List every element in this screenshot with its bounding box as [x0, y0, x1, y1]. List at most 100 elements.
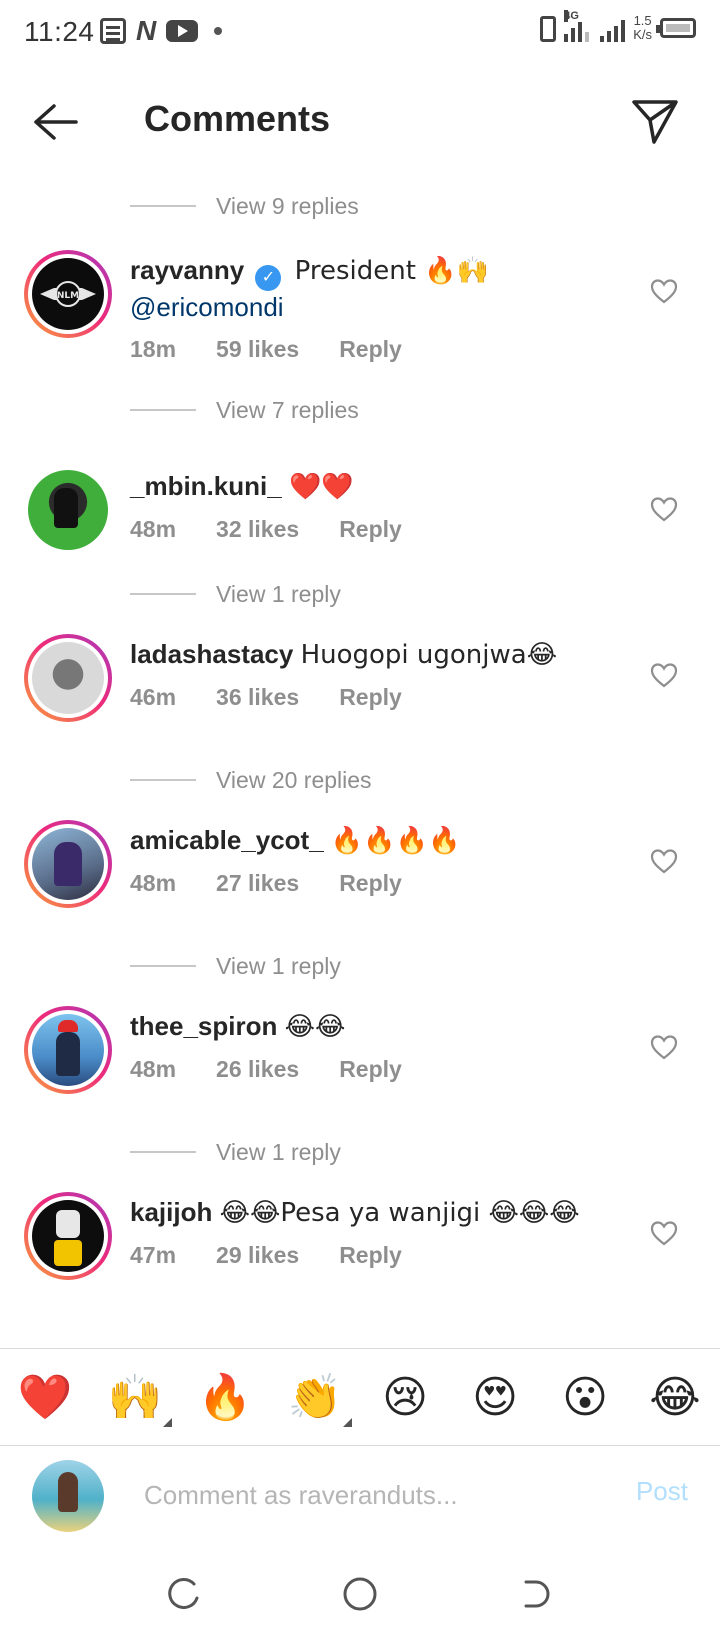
- divider: [130, 965, 196, 967]
- comment-input[interactable]: [144, 1472, 574, 1518]
- comment-item: ladashastacy Huogopi ugonjwa😂 46m 36 lik…: [0, 634, 720, 754]
- comment-username[interactable]: _mbin.kuni_: [130, 471, 282, 501]
- heart-icon[interactable]: [650, 496, 678, 522]
- view-replies-button[interactable]: View 1 reply: [130, 942, 341, 990]
- comment-username[interactable]: kajijoh: [130, 1197, 212, 1227]
- comment-likes[interactable]: 36 likes: [216, 684, 299, 711]
- header: Comments: [0, 80, 720, 160]
- comment-body: rayvanny ✓ President 🔥🙌 @ericomondi 18m …: [130, 254, 630, 363]
- comment-item: NLM rayvanny ✓ President 🔥🙌 @ericomondi …: [0, 250, 720, 370]
- avatar[interactable]: [24, 466, 112, 554]
- comment-text: ❤️❤️: [288, 472, 354, 502]
- comment-username[interactable]: rayvanny: [130, 255, 244, 285]
- divider: [130, 205, 196, 207]
- back-nav-icon[interactable]: [516, 1574, 556, 1614]
- heart-icon[interactable]: [650, 662, 678, 688]
- comment-text: Huogopi ugonjwa😂: [300, 640, 558, 670]
- emoji-laughing-button[interactable]: 😂: [644, 1367, 706, 1429]
- reply-button[interactable]: Reply: [339, 516, 402, 543]
- view-replies-button[interactable]: View 1 reply: [130, 1128, 341, 1176]
- view-replies-label: View 7 replies: [216, 396, 359, 423]
- comment-body: amicable_ycot_ 🔥🔥🔥🔥 48m 27 likes Reply: [130, 824, 630, 897]
- comment-likes[interactable]: 29 likes: [216, 1242, 299, 1269]
- emoji-heart-button[interactable]: ❤️: [14, 1367, 76, 1429]
- view-replies-button[interactable]: View 7 replies: [130, 386, 359, 434]
- comment-username[interactable]: thee_spiron: [130, 1011, 277, 1041]
- notes-icon: [100, 18, 126, 44]
- heart-icon[interactable]: [650, 1220, 678, 1246]
- view-replies-label: View 1 reply: [216, 580, 341, 607]
- nlm-logo-icon: NLM: [40, 281, 96, 307]
- comment-time: 47m: [130, 1242, 177, 1268]
- netflix-icon: N: [136, 15, 157, 46]
- quick-reaction-bar: ❤️ 🙌 🔥 👏 😢 😍 😮 😂: [0, 1348, 720, 1446]
- heart-icon[interactable]: [650, 1034, 678, 1060]
- divider: [130, 1151, 196, 1153]
- reply-button[interactable]: Reply: [339, 336, 402, 363]
- divider: [130, 779, 196, 781]
- home-icon[interactable]: [340, 1574, 380, 1614]
- send-icon[interactable]: [630, 96, 680, 146]
- comment-mention[interactable]: @ericomondi: [130, 292, 284, 322]
- divider: [130, 593, 196, 595]
- emoji-raised-hands-glyph: 🙌: [107, 1372, 163, 1423]
- emoji-surprised-button[interactable]: 😮: [554, 1367, 616, 1429]
- network-speed-unit: K/s: [633, 27, 652, 42]
- comment-likes[interactable]: 26 likes: [216, 1056, 299, 1083]
- comment-text: President 🔥🙌: [294, 256, 489, 286]
- comment-body: thee_spiron 😂😂 48m 26 likes Reply: [130, 1010, 630, 1083]
- comment-username[interactable]: ladashastacy: [130, 639, 293, 669]
- emoji-clap-button[interactable]: 👏: [284, 1367, 352, 1429]
- avatar[interactable]: NLM: [24, 250, 112, 338]
- arrow-left-icon[interactable]: [30, 100, 80, 144]
- reply-button[interactable]: Reply: [339, 870, 402, 897]
- emoji-clap-glyph: 👏: [287, 1372, 343, 1423]
- emoji-fire-button[interactable]: 🔥: [194, 1367, 256, 1429]
- comment-time: 48m: [130, 870, 177, 896]
- heart-icon[interactable]: [650, 848, 678, 874]
- comment-likes[interactable]: 59 likes: [216, 336, 299, 363]
- system-icons: 4G 1.5 K/s: [540, 10, 696, 42]
- skin-tone-indicator-icon: [343, 1418, 352, 1427]
- comment-text: 😂😂Pesa ya wanjigi 😂😂😂: [219, 1198, 580, 1228]
- youtube-icon: [166, 20, 199, 42]
- avatar-logo-text: NLM: [57, 291, 79, 301]
- heart-icon[interactable]: [650, 278, 678, 304]
- post-button[interactable]: Post: [636, 1476, 688, 1507]
- status-time: 11:24: [24, 16, 95, 47]
- comment-time: 46m: [130, 684, 177, 710]
- view-replies-button[interactable]: View 20 replies: [130, 756, 372, 804]
- comment-meta: 48m 26 likes Reply: [130, 1056, 630, 1083]
- skin-tone-indicator-icon: [163, 1418, 172, 1427]
- battery-icon: [656, 18, 696, 38]
- comment-likes[interactable]: 32 likes: [216, 516, 299, 543]
- network-speed: 1.5 K/s: [633, 14, 652, 42]
- comment-body: _mbin.kuni_ ❤️❤️ 48m 32 likes Reply: [130, 470, 630, 543]
- current-user-avatar: [32, 1460, 104, 1532]
- avatar[interactable]: [24, 1006, 112, 1094]
- comment-username[interactable]: amicable_ycot_: [130, 825, 324, 855]
- comment-likes[interactable]: 27 likes: [216, 870, 299, 897]
- comment-text: 😂😂: [284, 1012, 346, 1042]
- more-notifications-icon: [214, 27, 223, 35]
- reply-button[interactable]: Reply: [339, 1242, 402, 1269]
- avatar[interactable]: [24, 1192, 112, 1280]
- reply-button[interactable]: Reply: [339, 684, 402, 711]
- view-replies-button[interactable]: View 9 replies: [130, 186, 359, 230]
- comment-body: ladashastacy Huogopi ugonjwa😂 46m 36 lik…: [130, 638, 630, 711]
- recent-apps-icon[interactable]: [164, 1574, 204, 1614]
- avatar[interactable]: [24, 634, 112, 722]
- view-replies-button[interactable]: [130, 1326, 216, 1348]
- emoji-heart-eyes-button[interactable]: 😍: [464, 1367, 526, 1429]
- avatar[interactable]: [24, 820, 112, 908]
- comments-list[interactable]: View 9 replies NLM rayvanny ✓ President …: [0, 186, 720, 1348]
- comment-meta: 18m 59 likes Reply: [130, 336, 630, 363]
- emoji-raised-hands-button[interactable]: 🙌: [104, 1367, 172, 1429]
- reply-button[interactable]: Reply: [339, 1056, 402, 1083]
- emoji-crying-button[interactable]: 😢: [374, 1367, 436, 1429]
- network-type: 4G: [564, 10, 579, 22]
- view-replies-button[interactable]: View 1 reply: [130, 570, 341, 618]
- vibrate-icon: [540, 16, 557, 42]
- comment-meta: 48m 27 likes Reply: [130, 870, 630, 897]
- comment-text: 🔥🔥🔥🔥: [330, 826, 461, 856]
